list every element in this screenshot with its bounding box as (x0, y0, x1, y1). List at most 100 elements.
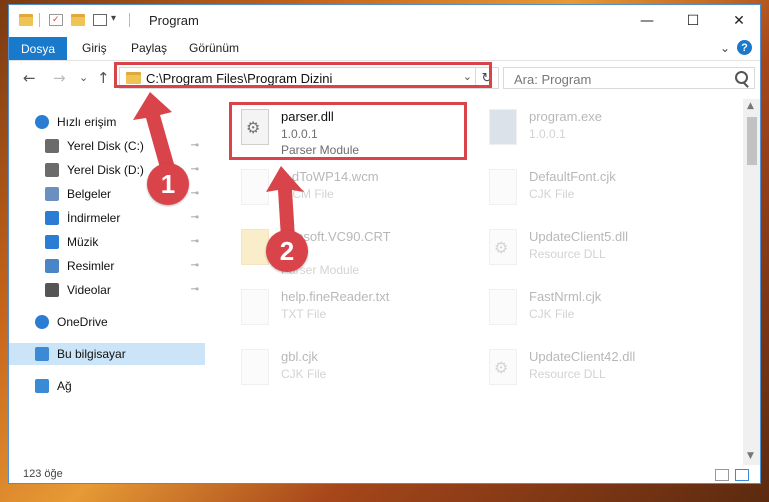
sidebar-item[interactable]: OneDrive (9, 311, 205, 333)
pin-icon[interactable]: ⊸ (191, 188, 199, 199)
sidebar-item-label: Yerel Disk (D:) (67, 163, 144, 177)
file-name: gbl.cjk (281, 349, 318, 364)
folder-icon (241, 229, 269, 265)
file-item[interactable]: UpdateClient42.dll Resource DLL (481, 345, 731, 401)
ribbon-tabs: Dosya Giriş Paylaş Görünüm ⌄ ? (9, 37, 760, 61)
recent-locations-chevron-icon[interactable]: ⌄ (79, 71, 88, 84)
picture-icon (45, 259, 59, 273)
file-version: Resource DLL (529, 367, 606, 381)
music-icon (45, 235, 59, 249)
sidebar-item[interactable]: Bu bilgisayar (9, 343, 205, 365)
computer-icon (35, 347, 49, 361)
search-box[interactable] (503, 67, 755, 89)
tab-share[interactable]: Paylaş (131, 41, 167, 55)
file-name: help.fineReader.txt (281, 289, 390, 304)
file-version: Resource DLL (529, 247, 606, 261)
pin-icon[interactable]: ⊸ (191, 164, 199, 175)
maximize-button[interactable]: ☐ (670, 5, 716, 37)
new-folder-icon[interactable] (71, 14, 85, 26)
drive-icon (45, 139, 59, 153)
navigation-pane: Hızlı erişim Yerel Disk (C:) ⊸ Yerel Disk (… (9, 99, 205, 465)
back-button[interactable]: ← (23, 69, 36, 87)
file-item[interactable]: gbl.cjk CJK File (233, 345, 483, 401)
scroll-down-arrow-icon[interactable]: ▼ (747, 451, 754, 461)
file-version: TXT File (281, 307, 327, 321)
sidebar-item[interactable]: Ağ (9, 375, 205, 397)
file-version: CJK File (529, 187, 575, 201)
file-item[interactable]: help.fineReader.txt TXT File (233, 285, 483, 341)
sidebar-item-label: Yerel Disk (C:) (67, 139, 144, 153)
window-title: Program (149, 13, 199, 28)
sidebar-item[interactable]: İndirmeler ⊸ (9, 207, 205, 229)
file-name: ...dToWP14.wcm (281, 169, 379, 184)
address-bar-highlight (114, 62, 492, 88)
sidebar-item-label: OneDrive (57, 315, 108, 329)
toolbar-separator (39, 13, 40, 27)
folder-icon (19, 14, 33, 26)
expand-ribbon-chevron-icon[interactable]: ⌄ (720, 41, 730, 55)
file-name: UpdateClient42.dll (529, 349, 636, 364)
file-icon (241, 169, 269, 205)
customize-toolbar-chevron-icon[interactable]: ▾ (111, 13, 116, 24)
file-item[interactable]: FastNrml.cjk CJK File (481, 285, 731, 341)
search-input[interactable] (512, 70, 736, 88)
minimize-button[interactable]: — (624, 5, 670, 37)
tab-view[interactable]: Görünüm (189, 41, 239, 55)
sidebar-item-label: Müzik (67, 235, 99, 249)
sidebar-item-label: İndirmeler (67, 211, 121, 225)
file-icon (241, 289, 269, 325)
file-version: 1.0.0.1 (529, 127, 566, 141)
scroll-up-arrow-icon[interactable]: ▲ (747, 101, 754, 111)
pin-icon[interactable]: ⊸ (191, 284, 199, 295)
dll-gear-icon (489, 349, 517, 385)
toolbar-separator (129, 13, 130, 27)
tab-home[interactable]: Giriş (82, 41, 107, 55)
file-name: UpdateClient5.dll (529, 229, 629, 244)
scrollbar-thumb[interactable] (747, 117, 757, 165)
sidebar-item[interactable]: Yerel Disk (C:) ⊸ (9, 135, 205, 157)
item-count: 123 öğe (23, 468, 63, 480)
pin-icon[interactable]: ⊸ (191, 260, 199, 271)
title-bar: ✓ ▾ Program — ☐ ✕ (9, 5, 760, 37)
properties-icon[interactable]: ✓ (49, 14, 63, 26)
quick-access-toolbar-icon[interactable] (93, 14, 107, 26)
file-name: FastNrml.cjk (529, 289, 602, 304)
pin-icon[interactable]: ⊸ (191, 236, 199, 247)
file-icon (489, 169, 517, 205)
video-icon (45, 283, 59, 297)
search-icon[interactable] (735, 71, 748, 84)
sidebar-item[interactable]: Videolar ⊸ (9, 279, 205, 301)
forward-button[interactable]: → (53, 69, 66, 87)
sidebar-item[interactable]: Hızlı erişim (9, 111, 205, 133)
tab-file[interactable]: Dosya (9, 37, 67, 60)
pin-icon[interactable]: ⊸ (191, 140, 199, 151)
file-version: CJK File (281, 367, 327, 381)
sidebar-item-label: Ağ (57, 379, 72, 393)
file-name: DefaultFont.cjk (529, 169, 616, 184)
exe-icon (489, 109, 517, 145)
vertical-scrollbar[interactable]: ▲ ▼ (743, 99, 760, 465)
file-item[interactable]: UpdateClient5.dll Resource DLL (481, 225, 731, 281)
pin-icon[interactable]: ⊸ (191, 212, 199, 223)
large-icons-view-icon[interactable] (735, 469, 749, 481)
file-item[interactable]: DefaultFont.cjk CJK File (481, 165, 731, 221)
file-version: CJK File (529, 307, 575, 321)
sidebar-item-label: Belgeler (67, 187, 112, 201)
up-button[interactable]: ↑ (97, 69, 110, 87)
sidebar-item[interactable]: Müzik ⊸ (9, 231, 205, 253)
file-highlight (229, 102, 467, 160)
star-icon (35, 115, 49, 129)
status-bar: 123 öğe (9, 465, 760, 483)
sidebar-item[interactable]: Resimler ⊸ (9, 255, 205, 277)
details-view-icon[interactable] (715, 469, 729, 481)
network-icon (35, 379, 49, 393)
file-version: WCM File (281, 187, 334, 201)
download-icon (45, 211, 59, 225)
file-item[interactable]: ...dToWP14.wcm WCM File (233, 165, 483, 221)
close-button[interactable]: ✕ (716, 5, 760, 37)
sidebar-item-label: Resimler (67, 259, 115, 273)
dll-gear-icon (489, 229, 517, 265)
help-icon[interactable]: ? (737, 40, 752, 55)
file-item[interactable]: program.exe 1.0.0.1 (481, 105, 731, 161)
cloud-icon (35, 315, 49, 329)
